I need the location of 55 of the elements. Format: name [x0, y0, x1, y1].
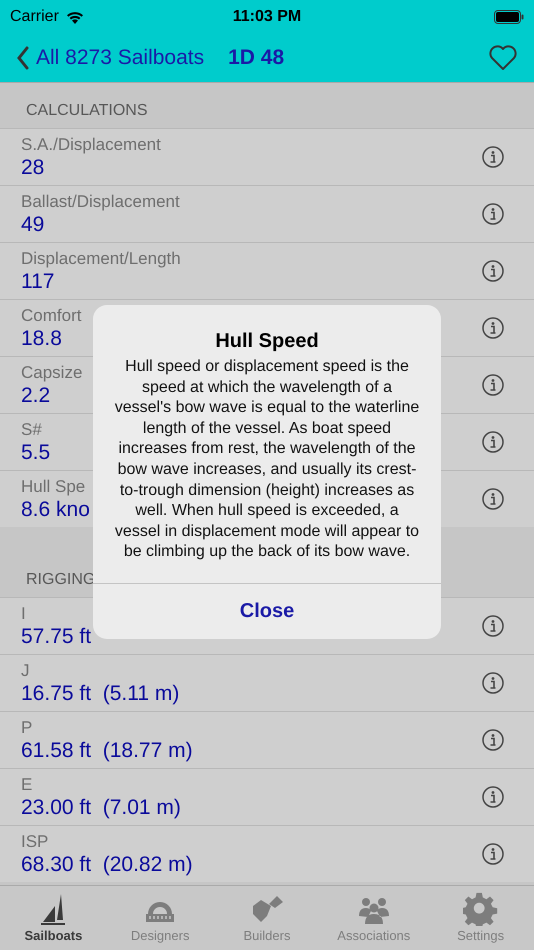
row-value: 2.2 — [21, 382, 52, 408]
row-label: ISP — [21, 832, 50, 852]
gear-icon — [462, 892, 499, 926]
tab[interactable]: Designers — [106, 886, 214, 950]
row-label: Displacement/Length — [21, 248, 181, 268]
back-button[interactable]: All 8273 Sailboats — [16, 46, 204, 70]
info-icon[interactable] — [482, 615, 504, 637]
tab[interactable]: Associations — [320, 886, 428, 950]
row-label: Hull Spe — [21, 476, 86, 496]
info-icon[interactable] — [482, 786, 504, 808]
tab[interactable]: Settings — [427, 886, 534, 950]
section-header: CALCULATIONS — [26, 102, 148, 120]
row-value: 49 — [21, 212, 46, 236]
row-value: 5.5 — [21, 440, 50, 464]
row-value: 68.30 ft (20.82 m) — [21, 852, 193, 876]
row-label: Capsize — [21, 362, 82, 382]
row-label: I — [21, 604, 27, 624]
close-button[interactable]: Close — [93, 582, 441, 639]
alert-message: Hull speed or displacement speed is the speed at which the wavelength of a vessel's bow wave is equal to the waterline length of the vessel. As boat speed increases from rest, the wavelength of the bow wave increases, and usually its crest-to-trough dimension (height) increases as well. When hull speed is exceeded, a vessel in displacement mode will appear to be climbing up the back of its bow wave. — [114, 357, 420, 562]
row-value: 23.00 ft (7.01 m) — [21, 794, 181, 820]
row-value: 8.6 kno — [21, 496, 90, 522]
info-icon[interactable] — [482, 488, 504, 510]
battery-icon — [494, 10, 524, 24]
row-value: 28 — [21, 154, 46, 180]
row-label: S.A./Displacement — [21, 134, 161, 154]
row-value: 57.75 ft — [21, 624, 92, 648]
row-label: J — [21, 660, 30, 680]
boat-title: 1D 48 — [228, 46, 284, 70]
heart-icon[interactable] — [488, 44, 518, 72]
clock-time: 11:03 PM — [232, 8, 302, 26]
info-icon[interactable] — [482, 843, 504, 865]
info-icon[interactable] — [482, 374, 504, 396]
info-icon[interactable] — [482, 146, 504, 168]
info-icon[interactable] — [482, 260, 504, 282]
alert-title: Hull Speed — [215, 330, 319, 353]
chevron-left-icon — [16, 46, 30, 70]
row-label: P — [21, 718, 34, 738]
tab[interactable]: Builders — [214, 886, 320, 950]
carrier-name: Carrier — [10, 8, 59, 26]
row-value: 16.75 ft (5.11 m) — [21, 680, 180, 706]
row-label: Comfort — [21, 306, 82, 326]
info-icon[interactable] — [482, 729, 504, 751]
info-icon[interactable] — [482, 672, 504, 694]
info-icon[interactable] — [482, 317, 504, 339]
row-value: 61.58 ft (18.77 m) — [21, 738, 193, 762]
row-value: 18.8 — [21, 326, 63, 350]
info-icon[interactable] — [482, 431, 504, 453]
row-value: 117 — [21, 268, 56, 294]
row-label: Ballast/Displacement — [21, 192, 180, 212]
row-label: E — [21, 774, 34, 794]
wifi-icon — [64, 9, 85, 25]
info-icon[interactable] — [482, 203, 504, 225]
row-label: S# — [21, 420, 43, 440]
tab[interactable]: Sailboats — [0, 886, 107, 950]
section-header: RIGGING — [26, 571, 96, 589]
